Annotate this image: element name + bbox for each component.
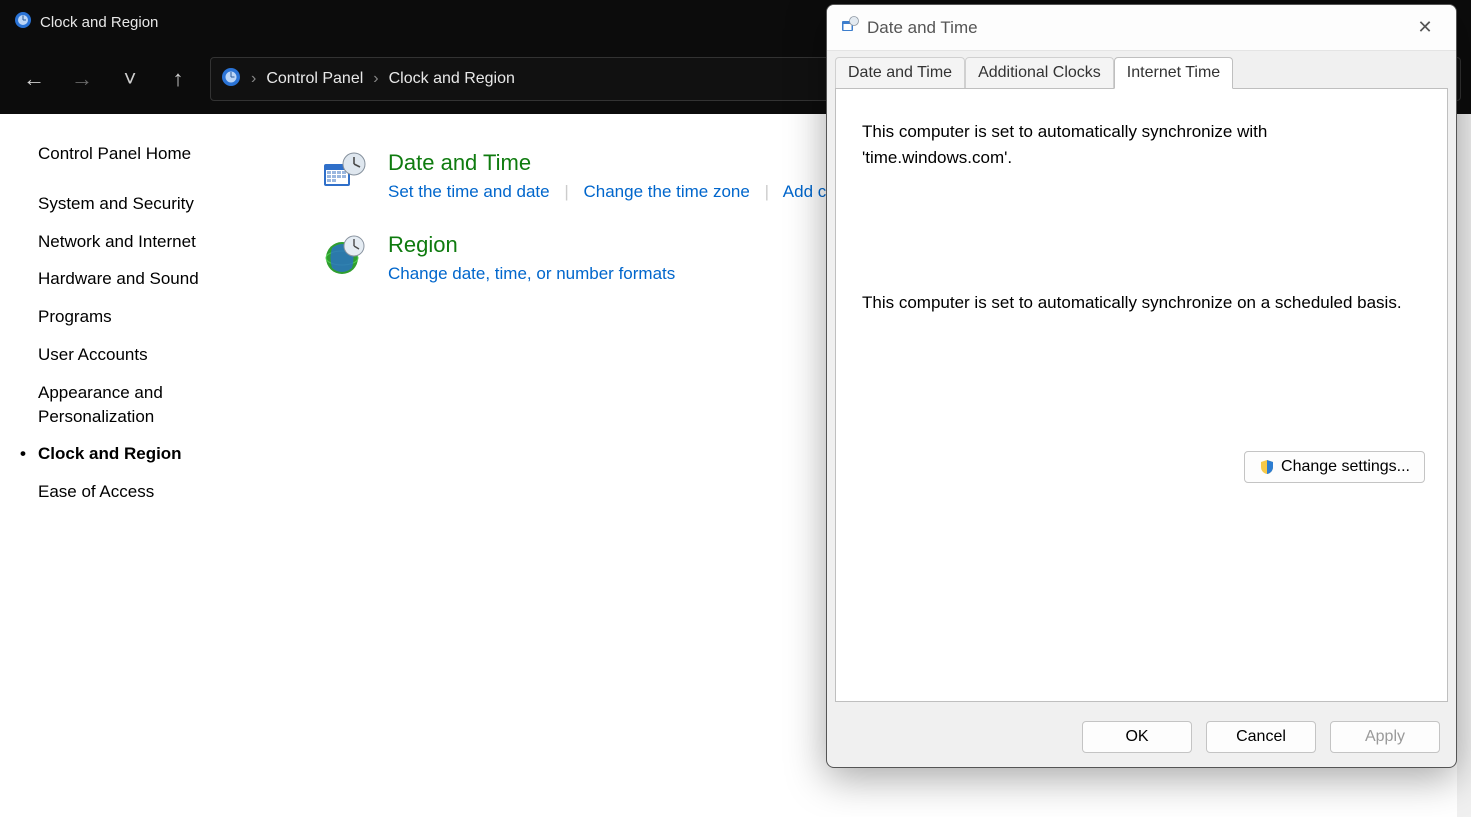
sidebar-item-clock-and-region[interactable]: Clock and Region xyxy=(38,442,270,466)
sidebar-item-system-and-security[interactable]: System and Security xyxy=(38,192,270,216)
category-title-region[interactable]: Region xyxy=(388,232,675,258)
change-settings-button[interactable]: Change settings... xyxy=(1244,451,1425,483)
link-set-time-and-date[interactable]: Set the time and date xyxy=(388,182,550,201)
address-icon xyxy=(221,67,241,92)
breadcrumb-root[interactable]: Control Panel xyxy=(266,70,363,88)
chevron-right-icon: › xyxy=(251,70,256,88)
sidebar: Control Panel Home System and Security N… xyxy=(0,114,290,817)
dialog-titlebar: Date and Time ✕ xyxy=(827,5,1456,51)
sidebar-item-network-and-internet[interactable]: Network and Internet xyxy=(38,230,270,254)
tab-internet-time[interactable]: Internet Time xyxy=(1114,57,1233,89)
dialog-title-icon xyxy=(841,16,859,39)
breadcrumb-leaf[interactable]: Clock and Region xyxy=(389,70,515,88)
shield-icon xyxy=(1259,459,1275,475)
sidebar-item-user-accounts[interactable]: User Accounts xyxy=(38,343,270,367)
sidebar-item-hardware-and-sound[interactable]: Hardware and Sound xyxy=(38,267,270,291)
chevron-down-icon: ˅ xyxy=(124,66,137,92)
chevron-right-icon: › xyxy=(373,70,378,88)
change-settings-label: Change settings... xyxy=(1281,458,1410,476)
scrollbar[interactable] xyxy=(1457,114,1471,817)
tab-date-and-time[interactable]: Date and Time xyxy=(835,57,965,89)
sidebar-item-programs[interactable]: Programs xyxy=(38,305,270,329)
dialog-tabs: Date and Time Additional Clocks Internet… xyxy=(827,51,1456,89)
close-icon: ✕ xyxy=(1417,17,1432,38)
ok-button[interactable]: OK xyxy=(1082,721,1192,753)
apply-button: Apply xyxy=(1330,721,1440,753)
region-icon xyxy=(320,232,368,280)
sync-schedule-text: This computer is set to automatically sy… xyxy=(862,290,1421,316)
link-change-time-zone[interactable]: Change the time zone xyxy=(584,182,750,201)
window-title: Clock and Region xyxy=(40,14,158,31)
link-change-formats[interactable]: Change date, time, or number formats xyxy=(388,264,675,283)
dialog-close-button[interactable]: ✕ xyxy=(1402,5,1448,51)
forward-button[interactable]: → xyxy=(60,57,104,101)
control-panel-home-link[interactable]: Control Panel Home xyxy=(38,142,270,166)
sync-server-text: This computer is set to automatically sy… xyxy=(862,119,1382,170)
recent-button[interactable]: ˅ xyxy=(108,57,152,101)
date-time-icon xyxy=(320,150,368,198)
tab-additional-clocks[interactable]: Additional Clocks xyxy=(965,57,1114,89)
date-and-time-dialog: Date and Time ✕ Date and Time Additional… xyxy=(826,4,1457,768)
cancel-button[interactable]: Cancel xyxy=(1206,721,1316,753)
sidebar-item-ease-of-access[interactable]: Ease of Access xyxy=(38,480,270,504)
control-panel-icon xyxy=(14,11,32,33)
sidebar-item-appearance-and-personalization[interactable]: Appearance and Personalization xyxy=(38,381,270,429)
arrow-up-icon: ↑ xyxy=(173,66,184,92)
back-button[interactable]: ← xyxy=(12,57,56,101)
arrow-left-icon: ← xyxy=(23,66,45,92)
dialog-title: Date and Time xyxy=(867,18,978,38)
arrow-right-icon: → xyxy=(71,66,93,92)
up-button[interactable]: ↑ xyxy=(156,57,200,101)
tab-content-internet-time: This computer is set to automatically sy… xyxy=(835,88,1448,702)
dialog-button-row: OK Cancel Apply xyxy=(827,711,1456,767)
